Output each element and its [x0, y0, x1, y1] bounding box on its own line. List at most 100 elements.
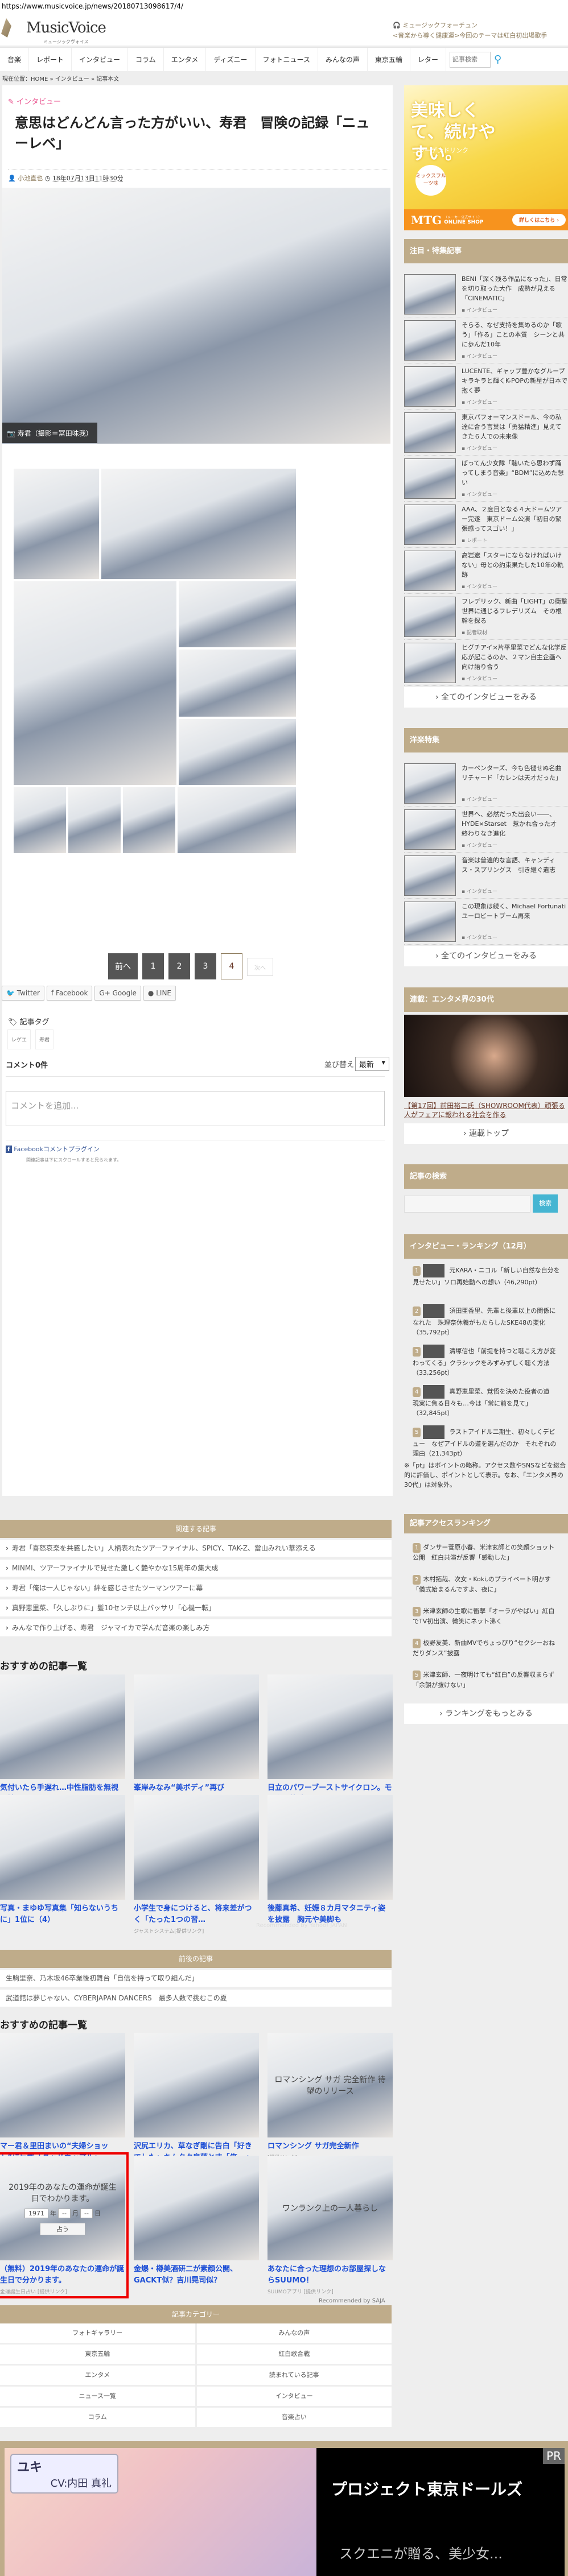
tag-link[interactable]: 寿君 — [35, 1029, 54, 1049]
gallery-photo[interactable] — [68, 787, 121, 853]
main-photo[interactable] — [2, 188, 390, 444]
serial-top-button[interactable]: › 連載トップ — [404, 1123, 568, 1144]
sidebar-article[interactable]: ヒグチアイ×片平里菜でどんな化学反応が起こるのか、２マン自主企画へ向け語り合う ▪… — [404, 640, 568, 686]
tag-link[interactable]: レゲエ — [7, 1029, 31, 1049]
category-link[interactable]: 音楽占い — [196, 2408, 392, 2427]
nav-item[interactable]: インタビュー — [72, 47, 129, 72]
recommended-card[interactable]: 日立のパワーブーストサイクロン。モニター体験公開！buzzLife×日立アプライ… — [267, 1674, 393, 1814]
nav-item[interactable]: エンタメ — [164, 47, 207, 72]
bottom-ad[interactable]: ユキ CV:内田 真礼 PR プロジェクト東京ドールズ スクエニが贈る、美少女.… — [0, 2441, 568, 2576]
page-button[interactable]: 2 — [168, 953, 190, 979]
page-button[interactable]: 3 — [195, 953, 216, 979]
recommended-card[interactable]: マー君＆里田まいの“夫婦ショット”に反響「グッドカップル」 — [0, 2033, 125, 2164]
interview-ranking-item[interactable]: 3 清塚信也「前提を持つと聴こえ方が変わってくる」クラシックをみずみずしく聴く方法… — [413, 1345, 561, 1378]
recommended-by[interactable]: Recommended by Yahoo! JAPAN — [256, 1922, 347, 1929]
category-link[interactable]: 紅白歌合戦 — [196, 2345, 392, 2364]
category-link[interactable]: 読まれている記事 — [196, 2366, 392, 2385]
gallery-photo[interactable] — [14, 581, 176, 785]
facebook-plugin-link[interactable]: f Facebookコメントプラグイン — [6, 1144, 100, 1153]
nav-item[interactable]: 東京五輪 — [368, 47, 410, 72]
sidebar-article[interactable]: カーペンターズ、今も色褪せぬ名曲 リチャード「カレンは天才だった」 ▪ インタビュ… — [404, 761, 568, 807]
gallery-photo[interactable] — [14, 787, 66, 853]
fortune-button[interactable]: 占う — [40, 2222, 85, 2235]
sidebar-article[interactable]: 世界へ、必然だった出会い――、HYDE×Starset 惹かれ合った才 終わりな… — [404, 807, 568, 853]
nav-item[interactable]: 音楽 — [0, 47, 30, 72]
recommended-card[interactable]: ロマンシング サガ 完全新作 待望のリリースロマンシング サガ完全新作[提供リン… — [267, 2033, 393, 2161]
header-promo[interactable]: 🎧 ミュージックフォーチュン <音楽から導く健康運>今回のテーマは紅白初出場歌手 — [393, 20, 547, 41]
category-link[interactable]: コラム — [0, 2408, 195, 2427]
gallery-photo[interactable] — [179, 581, 296, 647]
article-category[interactable]: ✎ インタビュー — [8, 96, 61, 106]
serial-link[interactable]: 【第17回】前田裕二氏（SHOWROOM代表）頑張る人がフェアに報われる社会を作… — [404, 1101, 568, 1119]
sidebar-article[interactable]: LUCENTE、ギャップ豊かなグループ キラキラと輝くK-POPの新星が日本で抱… — [404, 364, 568, 410]
page-button[interactable]: 1 — [142, 953, 164, 979]
gallery-photo[interactable] — [101, 469, 296, 579]
author-link[interactable]: 小池直也 — [18, 175, 43, 182]
next-page-button[interactable]: 次へ — [247, 958, 273, 976]
category-link[interactable]: インタビュー — [196, 2387, 392, 2406]
recommended-card[interactable]: 後藤真希、妊娠８カ月マタニティ姿を披露 胸元や美脚も — [267, 1795, 393, 1926]
access-ranking-item[interactable]: 2 木村拓哉、次女・Koki,のプライベート明かす「儀式始まるんですよ、夜に」 — [413, 1574, 561, 1594]
sidebar-article[interactable]: BENI「深く残る作品になった」、日常を切り取った大作 成熟が見える「CINEM… — [404, 272, 568, 317]
recommended-card[interactable]: 気付いたら手遅れ…中性脂肪を無視し続けたらまさかの…サラサラ生活 健康ニュース[… — [0, 1674, 125, 1814]
category-link[interactable]: みんなの声 — [196, 2323, 392, 2343]
interview-ranking-item[interactable]: 4 真野恵里菜、覚悟を決めた役者の道 現実に焦る日々も…今は「常に前を見て」（32… — [413, 1385, 561, 1418]
recommended-by-saja[interactable]: Recommended by SAJA — [319, 2298, 385, 2304]
prev-page-button[interactable]: 前へ — [108, 953, 138, 979]
nav-item[interactable]: レポート — [29, 47, 72, 72]
sidebar-article[interactable]: AAA、２度目となる４大ドームツアー完遂 東京ドーム公演「初日の緊張感ってスゴい… — [404, 502, 568, 548]
ad-cta-button[interactable]: 詳しくはこちら › — [512, 214, 566, 226]
recommended-card[interactable]: 小学生で身につけると、将来差がつく「たった1つの習… ジャストシステム[提供リンク… — [134, 1795, 259, 1934]
gallery-photo[interactable] — [123, 787, 175, 853]
promo-text[interactable]: <音楽から導く健康運>今回のテーマは紅白初出場歌手 — [393, 31, 547, 41]
category-link[interactable]: フォトギャラリー — [0, 2323, 195, 2343]
page-button[interactable]: 4 — [221, 953, 242, 979]
share-facebook-button[interactable]: f Facebook — [46, 986, 93, 1000]
adjacent-article-link[interactable]: 生駒里奈、乃木坂46卒業後初舞台「自信を持って取り組んだ」 — [0, 1970, 392, 1987]
sidebar-article[interactable]: ばってん少女隊「聴いたら思わず踊ってしまう音楽」“BDM”に込めた想い ▪ インタ… — [404, 456, 568, 502]
category-link[interactable]: 東京五輪 — [0, 2345, 195, 2364]
share-line-button[interactable]: ● LINE — [143, 986, 176, 1000]
comment-input[interactable]: コメントを追加... — [6, 1091, 385, 1126]
gallery-photo[interactable] — [178, 787, 296, 853]
access-ranking-item[interactable]: 5 米津玄師、一夜明けても“紅白”の反響収まらず 「余韻が抜けない」 — [413, 1670, 561, 1690]
ranking-more-button[interactable]: › ランキングをもっとみる — [404, 1703, 568, 1724]
related-article-link[interactable]: › みんなで作り上げる、寿君 ジャマイカで学んだ音楽の楽しみ方 — [0, 1619, 392, 1636]
interview-ranking-item[interactable]: 1 元KARA・ニコル「新しい自然な自分を見せたい」ソロ再始動への想い（46,29… — [413, 1264, 561, 1287]
recommended-card[interactable]: 2019年のあなたの運命が誕生日でわかります。 1971 年 -- 月 -- 日占う （無料）… — [0, 2152, 129, 2298]
western-more-button[interactable]: › 全てのインタビューをみる — [404, 946, 568, 966]
sidebar-article[interactable]: 東京パフォーマンスドール、今の私達に合う言葉は「勇猛精進」見えてきた６人での未来… — [404, 410, 568, 456]
nav-item[interactable]: レター — [410, 47, 446, 72]
gallery-photo[interactable] — [179, 719, 296, 785]
category-link[interactable]: エンタメ — [0, 2366, 195, 2385]
sort-select[interactable]: 最新 ▾ — [355, 1057, 389, 1071]
sidebar-article[interactable]: 音楽は普遍的な言語、キャンディス・スプリングス 引き継ぐ遺志 ▪ インタビュー — [404, 853, 568, 899]
featured-more-button[interactable]: › 全てのインタビューをみる — [404, 687, 568, 708]
search-input[interactable] — [449, 51, 491, 68]
sidebar-article[interactable]: 高岩遼「スターにならなければいけない」母との約束果たした10年の軌跡 ▪ インタビ… — [404, 548, 568, 594]
nav-item[interactable]: みんなの声 — [318, 47, 368, 72]
access-ranking-item[interactable]: 3 米津玄師の生歌に衝撃「オーラがやばい」紅白でTV初出演、微笑にネット沸く — [413, 1606, 561, 1626]
sidebar-article[interactable]: そらる、なぜ支持を集めるのか「歌う」「作る」ことの本質 シーンと共に歩んだ10年… — [404, 318, 568, 363]
access-ranking-item[interactable]: 1 ダンサー菅原小春、米津玄師との笑顔ショット公開 紅白共演が反響「感動した」 — [413, 1543, 561, 1562]
interview-ranking-item[interactable]: 5 ラストアイドル二期生、初々しくデビュー なぜアイドルの道を選んだのか それぞれ… — [413, 1425, 561, 1458]
side-search-button[interactable]: 検索 — [533, 1194, 558, 1213]
birth-month-select[interactable]: -- — [58, 2208, 71, 2218]
recommended-card[interactable]: ワンランク上の一人暮らし あなたに合った理想のお部屋探しならSUUMO！ SUUMO… — [267, 2156, 393, 2295]
access-ranking-item[interactable]: 4 板野友美、新曲MVでちょっぴり“セクシーおねだりダンス”披露 — [413, 1638, 561, 1658]
gallery-photo[interactable] — [14, 469, 99, 579]
adjacent-article-link[interactable]: 武道館は夢じゃない、CYBERJAPAN DANCERS 最多人数で挑むこの夏 — [0, 1990, 392, 2007]
category-link[interactable]: ニュース一覧 — [0, 2387, 195, 2406]
side-search-input[interactable] — [404, 1196, 530, 1213]
logo-icon[interactable] — [1, 18, 11, 38]
search-icon[interactable]: ⚲ — [494, 53, 501, 65]
interview-ranking-item[interactable]: 2 須田亜香里、先輩と後輩以上の関係になれた 珠理奈休養がもたらしたSKE48の変… — [413, 1304, 561, 1337]
related-article-link[interactable]: › 真野恵里菜、「久しぶりに」髪10センチ以上バッサリ「心機一転」 — [0, 1599, 392, 1616]
recommended-card[interactable]: 峯岸みなみ“美ボディ”再び — [134, 1674, 259, 1794]
birth-day-select[interactable]: -- — [80, 2208, 93, 2218]
gallery-photo[interactable] — [179, 650, 296, 717]
nav-item[interactable]: コラム — [128, 47, 164, 72]
recommended-card[interactable]: 金爆・樽美酒研二が素顔公開、GACKT似？吉川晃司似？ — [134, 2156, 259, 2286]
nav-item[interactable]: フォトニュース — [256, 47, 318, 72]
nav-item[interactable]: ディズニー — [206, 47, 256, 72]
